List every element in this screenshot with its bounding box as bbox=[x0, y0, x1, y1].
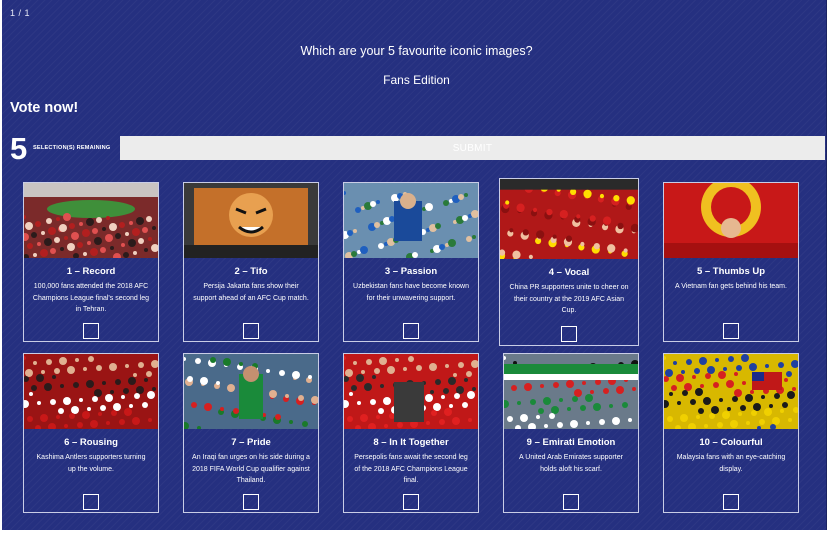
vote-now-heading: Vote now! bbox=[10, 100, 79, 116]
select-checkbox[interactable] bbox=[723, 323, 739, 339]
iraqi-fan-photo bbox=[184, 354, 318, 429]
image-card[interactable]: 10 – Colourful Malaysia fans with an eye-… bbox=[663, 353, 799, 513]
card-description: 100,000 fans attended the 2018 AFC Champ… bbox=[32, 283, 150, 313]
image-card[interactable]: 4 – Vocal China PR supporters unite to ch… bbox=[499, 178, 639, 346]
vietnam-fan-photo bbox=[664, 183, 798, 258]
card-title: 10 – Colourful bbox=[699, 437, 763, 448]
image-card[interactable]: 7 – Pride An Iraqi fan urges on his side … bbox=[183, 353, 319, 513]
card-description: A Vietnam fan gets behind his team. bbox=[675, 283, 787, 290]
select-checkbox[interactable] bbox=[243, 494, 259, 510]
card-title: 1 – Record bbox=[66, 266, 116, 277]
image-card[interactable]: 9 – Emirati Emotion A United Arab Emirate… bbox=[503, 353, 639, 513]
card-title: 9 – Emirati Emotion bbox=[526, 437, 616, 448]
select-checkbox[interactable] bbox=[83, 323, 99, 339]
image-card[interactable]: 6 – Rousing Kashima Antlers supporters tu… bbox=[23, 353, 159, 513]
card-title: 5 – Thumbs Up bbox=[696, 266, 766, 277]
remaining-label: Selection(s) remaining bbox=[33, 145, 111, 151]
card-description: Persepolis fans await the second leg of … bbox=[354, 454, 468, 484]
card-description: Kashima Antlers supporters turning up th… bbox=[36, 454, 146, 473]
image-card[interactable]: 8 – In It Together Persepolis fans await … bbox=[343, 353, 479, 513]
survey-edition: Fans Edition bbox=[383, 73, 450, 87]
card-title: 7 – Pride bbox=[231, 437, 271, 448]
image-card[interactable]: 2 – Tifo Persija Jakarta fans show their … bbox=[183, 182, 319, 342]
malaysia-fans-photo bbox=[664, 354, 798, 429]
image-card[interactable]: 5 – Thumbs Up A Vietnam fan gets behind h… bbox=[663, 182, 799, 342]
select-checkbox[interactable] bbox=[561, 326, 577, 342]
card-title: 6 – Rousing bbox=[64, 437, 118, 448]
card-description: Malaysia fans with an eye-catching displ… bbox=[676, 454, 786, 473]
card-description: Uzbekistan fans have become known for th… bbox=[353, 283, 469, 302]
tiger-tifo-photo bbox=[184, 183, 318, 258]
remaining-count: 5 bbox=[10, 131, 28, 166]
submit-button[interactable]: Submit bbox=[120, 136, 825, 160]
card-title: 8 – In It Together bbox=[373, 437, 449, 448]
card-description: China PR supporters unite to cheer on th… bbox=[509, 284, 629, 314]
china-fans-photo bbox=[500, 179, 638, 259]
select-checkbox[interactable] bbox=[563, 494, 579, 510]
emirati-fan-photo bbox=[504, 354, 638, 429]
select-checkbox[interactable] bbox=[403, 494, 419, 510]
kashima-fans-photo bbox=[24, 354, 158, 429]
uzbek-fans-photo bbox=[344, 183, 478, 258]
image-card[interactable]: 1 – Record 100,000 fans attended the 2018… bbox=[23, 182, 159, 342]
card-title: 2 – Tifo bbox=[234, 266, 268, 277]
card-description: A United Arab Emirates supporter holds a… bbox=[519, 454, 623, 473]
survey-question: Which are your 5 favourite iconic images… bbox=[300, 44, 533, 58]
select-checkbox[interactable] bbox=[403, 323, 419, 339]
card-title: 4 – Vocal bbox=[548, 267, 590, 278]
card-description: An Iraqi fan urges on his side during a … bbox=[192, 454, 310, 484]
card-description: Persija Jakarta fans show their support … bbox=[193, 283, 309, 302]
select-checkbox[interactable] bbox=[243, 323, 259, 339]
select-checkbox[interactable] bbox=[723, 494, 739, 510]
image-card[interactable]: 3 – Passion Uzbekistan fans have become k… bbox=[343, 182, 479, 342]
stadium-crowd-photo bbox=[24, 183, 158, 258]
select-checkbox[interactable] bbox=[83, 494, 99, 510]
card-title: 3 – Passion bbox=[384, 266, 438, 277]
page-counter: 1 / 1 bbox=[10, 8, 31, 18]
survey-panel: 1 / 1 Which are your 5 favourite iconic … bbox=[2, 0, 827, 530]
persepolis-fans-photo bbox=[344, 354, 478, 429]
